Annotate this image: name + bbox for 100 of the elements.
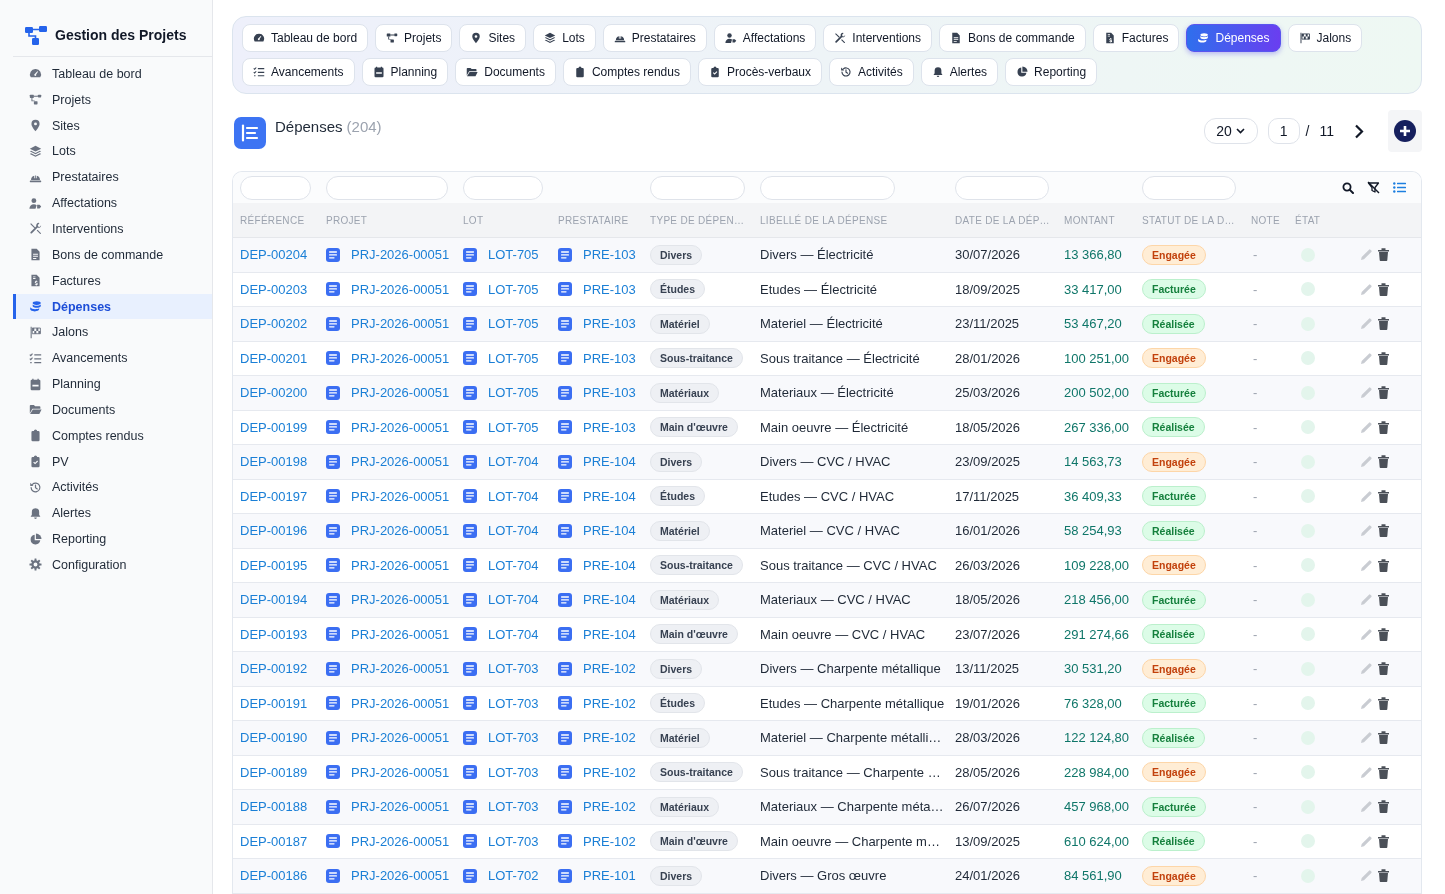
reference-link[interactable]: DEP-00188	[240, 799, 308, 815]
lot-link[interactable]: LOT-704	[488, 626, 539, 642]
trash-icon[interactable]	[1378, 627, 1389, 641]
project-link[interactable]: PRJ-2026-00051	[351, 523, 450, 539]
pencil-icon[interactable]	[1360, 455, 1373, 469]
trash-icon[interactable]	[1378, 420, 1389, 434]
trash-icon[interactable]	[1378, 834, 1389, 848]
sidebar-item[interactable]: Affectations	[13, 190, 212, 217]
project-link[interactable]: PRJ-2026-00051	[351, 419, 450, 435]
trash-icon[interactable]	[1378, 524, 1389, 538]
trash-icon[interactable]	[1378, 800, 1389, 814]
filter-off-icon[interactable]	[1367, 181, 1380, 194]
nav-tab[interactable]: Lots	[533, 24, 596, 52]
contractor-link[interactable]: PRE-102	[583, 833, 636, 849]
reference-link[interactable]: DEP-00195	[240, 557, 308, 573]
nav-tab[interactable]: Factures	[1092, 24, 1180, 52]
filter-field[interactable]	[760, 175, 895, 200]
project-link[interactable]: PRJ-2026-00051	[351, 833, 450, 849]
contractor-link[interactable]: PRE-103	[583, 316, 636, 332]
lot-link[interactable]: LOT-705	[488, 419, 539, 435]
reference-link[interactable]: DEP-00204	[240, 247, 308, 263]
filter-field[interactable]	[326, 175, 448, 200]
reference-link[interactable]: DEP-00203	[240, 281, 308, 297]
lot-link[interactable]: LOT-702	[488, 868, 539, 884]
trash-icon[interactable]	[1378, 593, 1389, 607]
pencil-icon[interactable]	[1360, 558, 1373, 572]
pencil-icon[interactable]	[1360, 524, 1373, 538]
project-link[interactable]: PRJ-2026-00051	[351, 661, 450, 677]
lot-link[interactable]: LOT-704	[488, 488, 539, 504]
filter-field[interactable]	[955, 175, 1049, 200]
pencil-icon[interactable]	[1360, 627, 1373, 641]
lot-link[interactable]: LOT-704	[488, 523, 539, 539]
page-size-select[interactable]: 20	[1203, 118, 1258, 144]
chevron-right-icon[interactable]	[1354, 123, 1364, 139]
pencil-icon[interactable]	[1360, 662, 1373, 676]
lot-link[interactable]: LOT-705	[488, 385, 539, 401]
pencil-icon[interactable]	[1360, 731, 1373, 745]
search-icon[interactable]	[1342, 181, 1354, 194]
pencil-icon[interactable]	[1360, 386, 1373, 400]
contractor-link[interactable]: PRE-103	[583, 385, 636, 401]
pencil-icon[interactable]	[1360, 351, 1373, 365]
reference-link[interactable]: DEP-00189	[240, 764, 308, 780]
contractor-link[interactable]: PRE-101	[583, 868, 636, 884]
contractor-link[interactable]: PRE-104	[583, 523, 636, 539]
nav-tab[interactable]: Avancements	[242, 58, 355, 86]
trash-icon[interactable]	[1378, 317, 1389, 331]
trash-icon[interactable]	[1378, 662, 1389, 676]
lot-link[interactable]: LOT-704	[488, 454, 539, 470]
sidebar-item[interactable]: Planning	[13, 371, 212, 397]
lot-link[interactable]: LOT-704	[488, 592, 539, 608]
sidebar-item[interactable]: Interventions	[13, 216, 212, 242]
sidebar-item[interactable]: Sites	[13, 112, 212, 139]
nav-tab[interactable]: Planning	[361, 58, 449, 86]
sidebar-item[interactable]: PV	[13, 448, 212, 475]
trash-icon[interactable]	[1378, 765, 1389, 779]
trash-icon[interactable]	[1378, 351, 1389, 365]
project-link[interactable]: PRJ-2026-00051	[351, 316, 450, 332]
nav-tab[interactable]: Affectations	[713, 24, 817, 52]
contractor-link[interactable]: PRE-104	[583, 626, 636, 642]
reference-link[interactable]: DEP-00201	[240, 350, 308, 366]
pencil-icon[interactable]	[1360, 765, 1373, 779]
contractor-link[interactable]: PRE-104	[583, 488, 636, 504]
filter-field[interactable]	[463, 175, 543, 200]
project-link[interactable]: PRJ-2026-00051	[351, 764, 450, 780]
filter-field[interactable]	[240, 175, 311, 200]
project-link[interactable]: PRJ-2026-00051	[351, 247, 450, 263]
project-link[interactable]: PRJ-2026-00051	[351, 350, 450, 366]
lot-link[interactable]: LOT-705	[488, 247, 539, 263]
nav-tab[interactable]: Reporting	[1005, 58, 1098, 86]
reference-link[interactable]: DEP-00197	[240, 488, 308, 504]
trash-icon[interactable]	[1378, 731, 1389, 745]
sidebar-item[interactable]: Configuration	[13, 552, 212, 578]
reference-link[interactable]: DEP-00192	[240, 661, 308, 677]
nav-tab[interactable]: Prestataires	[602, 24, 707, 52]
sidebar-item[interactable]: Comptes rendus	[13, 422, 212, 449]
project-link[interactable]: PRJ-2026-00051	[351, 730, 450, 746]
nav-tab[interactable]: Projets	[375, 24, 453, 52]
trash-icon[interactable]	[1378, 455, 1389, 469]
reference-link[interactable]: DEP-00196	[240, 523, 308, 539]
lot-link[interactable]: LOT-704	[488, 557, 539, 573]
project-link[interactable]: PRJ-2026-00051	[351, 281, 450, 297]
reference-link[interactable]: DEP-00186	[240, 868, 308, 884]
lot-link[interactable]: LOT-703	[488, 833, 539, 849]
trash-icon[interactable]	[1378, 386, 1389, 400]
nav-tab[interactable]: Documents	[455, 58, 556, 86]
pencil-icon[interactable]	[1360, 834, 1373, 848]
sidebar-item[interactable]: Reporting	[13, 526, 212, 553]
project-link[interactable]: PRJ-2026-00051	[351, 592, 450, 608]
pencil-icon[interactable]	[1360, 489, 1373, 503]
contractor-link[interactable]: PRE-102	[583, 799, 636, 815]
reference-link[interactable]: DEP-00191	[240, 695, 308, 711]
filter-field[interactable]	[1142, 175, 1236, 200]
sidebar-item[interactable]: Projets	[13, 86, 212, 113]
project-link[interactable]: PRJ-2026-00051	[351, 695, 450, 711]
contractor-link[interactable]: PRE-102	[583, 764, 636, 780]
contractor-link[interactable]: PRE-104	[583, 454, 636, 470]
sidebar-item[interactable]: Activités	[13, 474, 212, 501]
contractor-link[interactable]: PRE-103	[583, 350, 636, 366]
contractor-link[interactable]: PRE-104	[583, 557, 636, 573]
pencil-icon[interactable]	[1360, 800, 1373, 814]
